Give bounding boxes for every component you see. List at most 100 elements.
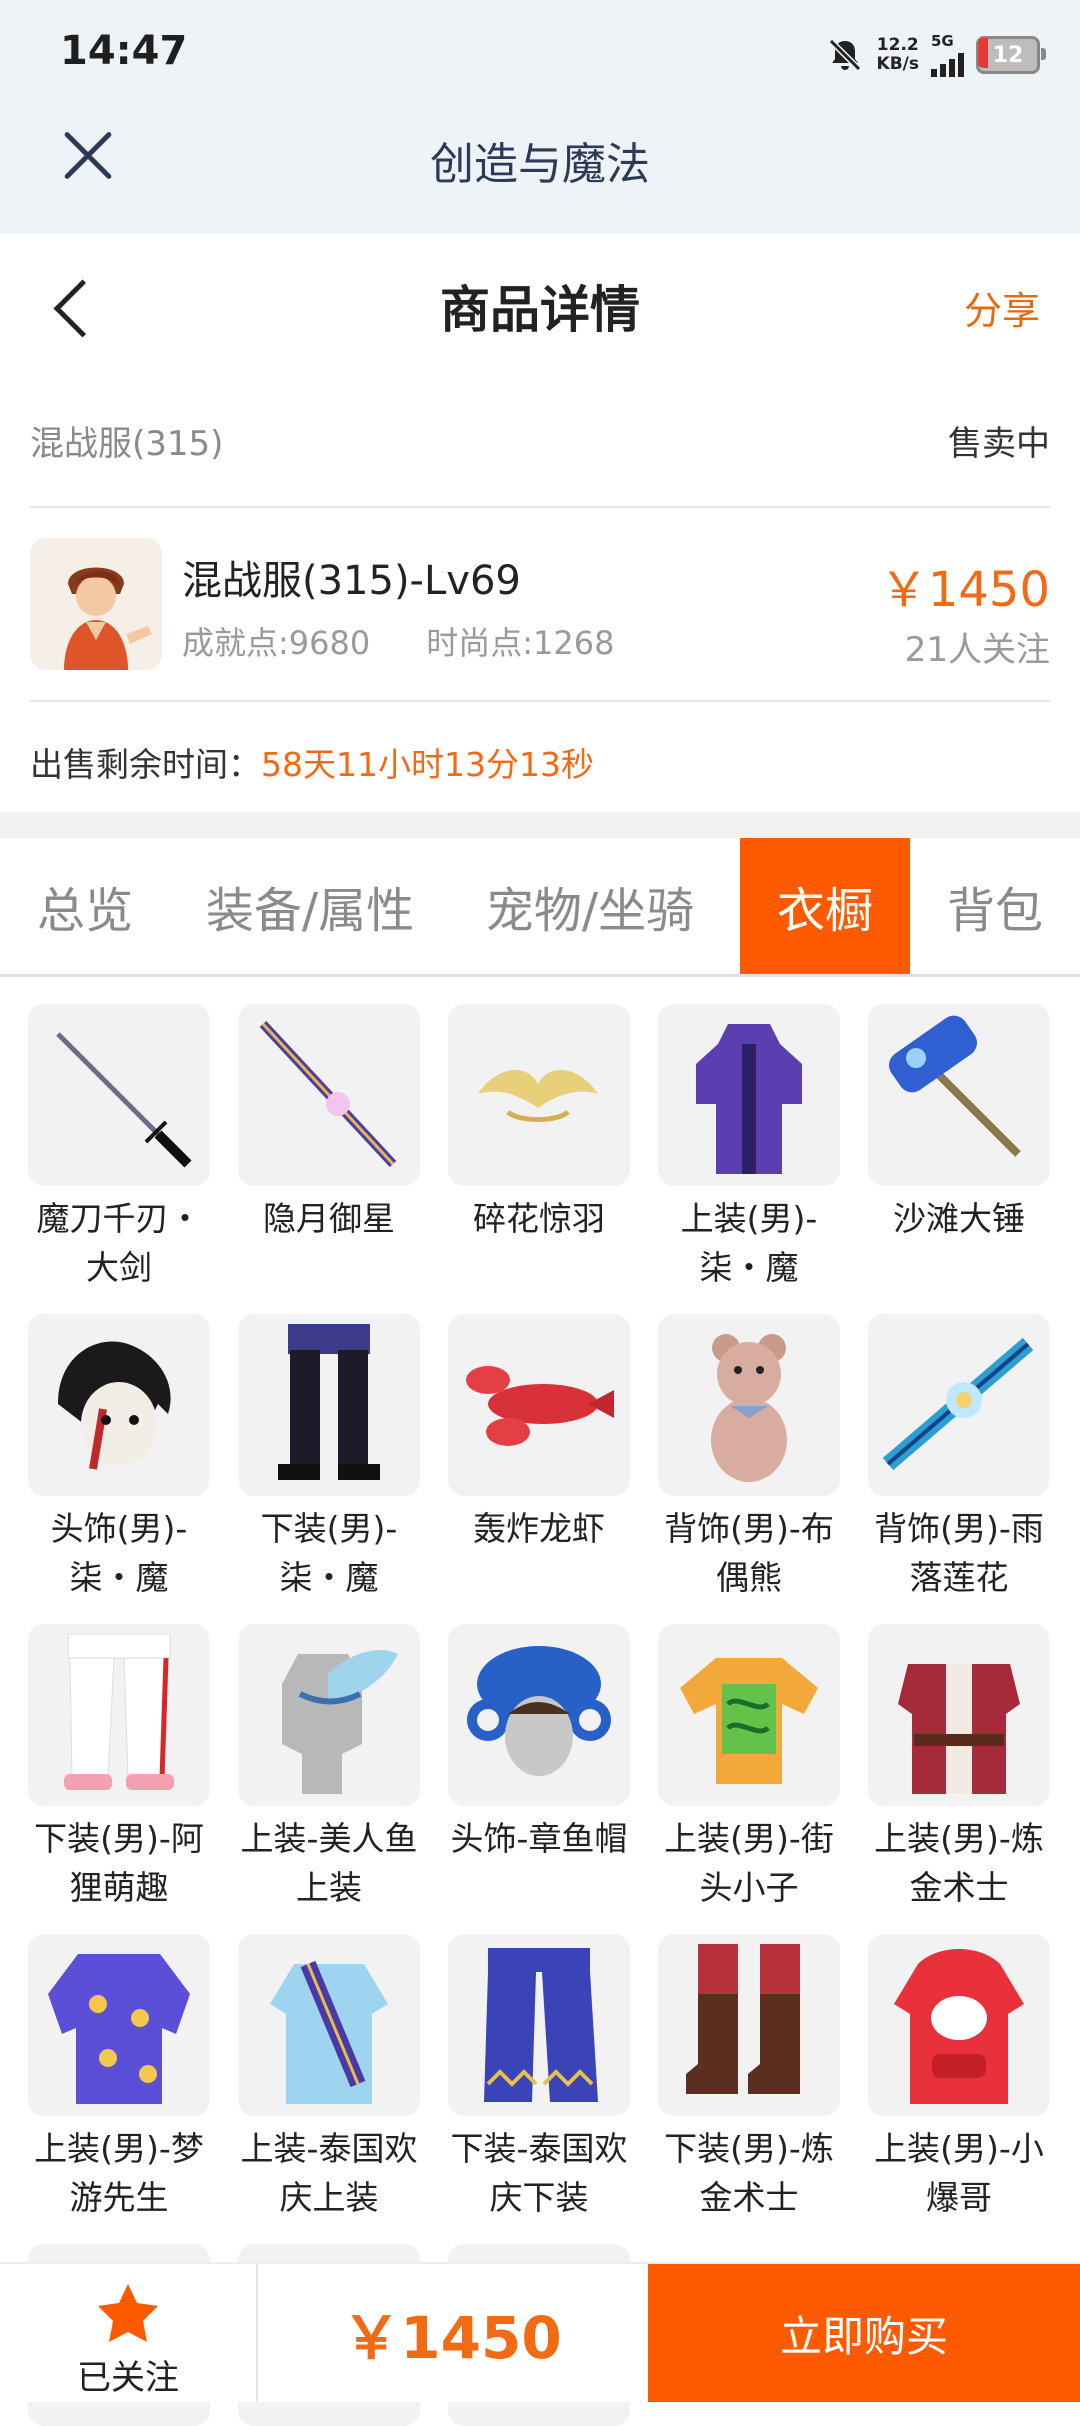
character-avatar bbox=[30, 538, 162, 670]
follow-label: 已关注 bbox=[77, 2358, 179, 2398]
wardrobe-item[interactable]: 上装(男)-炼金术士 bbox=[868, 1624, 1050, 1912]
page-title: 商品详情 bbox=[440, 281, 640, 339]
hair-mask-icon bbox=[28, 1314, 210, 1496]
wardrobe-item[interactable]: 下装(男)-炼金术士 bbox=[658, 1934, 840, 2222]
wardrobe-item[interactable]: 下装(男)-柒・魔 bbox=[238, 1314, 420, 1602]
wardrobe-item[interactable]: 隐月御星 bbox=[238, 1004, 420, 1243]
alchemist-coat-icon bbox=[868, 1624, 1050, 1806]
thai-top-icon bbox=[238, 1934, 420, 2116]
follow-button[interactable]: 已关注 bbox=[0, 2264, 258, 2402]
wardrobe-item[interactable]: 头饰(男)-柒・魔 bbox=[28, 1314, 210, 1602]
wardrobe-item[interactable]: 上装(男)-小爆哥 bbox=[868, 1934, 1050, 2222]
golden-wings-icon bbox=[448, 1004, 630, 1186]
tab-pets[interactable]: 宠物/坐骑 bbox=[460, 838, 720, 974]
tab-overview[interactable]: 总览 bbox=[0, 838, 170, 974]
wardrobe-item-label: 沙滩大锤 bbox=[893, 1199, 1025, 1238]
timer-label: 出售剩余时间： bbox=[30, 745, 261, 784]
wardrobe-item-label: 隐月御星 bbox=[263, 1199, 395, 1238]
octopus-hat-icon bbox=[448, 1624, 630, 1806]
star-icon bbox=[98, 2284, 158, 2342]
wardrobe-item[interactable]: 上装(男)-柒・魔 bbox=[658, 1004, 840, 1292]
staff-icon bbox=[238, 1004, 420, 1186]
wardrobe-item[interactable]: 下装-泰国欢庆下装 bbox=[448, 1934, 630, 2222]
wardrobe-item[interactable]: 轰炸龙虾 bbox=[448, 1314, 630, 1553]
wardrobe-item-label: 上装(男)-小爆哥 bbox=[874, 2129, 1044, 2217]
buy-now-button[interactable]: 立即购买 bbox=[648, 2264, 1080, 2402]
wardrobe-item[interactable]: 上装-美人鱼上装 bbox=[238, 1624, 420, 1912]
wardrobe-item[interactable]: 背饰(男)-布偶熊 bbox=[658, 1314, 840, 1602]
status-time: 14:47 bbox=[60, 28, 188, 74]
white-pants-icon bbox=[28, 1624, 210, 1806]
wardrobe-item-label: 上装-泰国欢庆上装 bbox=[240, 2129, 418, 2217]
wardrobe-item[interactable]: 上装(男)-街头小子 bbox=[658, 1624, 840, 1912]
red-hoodie-icon bbox=[868, 1934, 1050, 2116]
status-icons: 12.2 KB/s 5G 12 bbox=[825, 30, 1046, 80]
wardrobe-item-label: 上装(男)-炼金术士 bbox=[874, 1819, 1044, 1907]
lobster-icon bbox=[448, 1314, 630, 1496]
app-title: 创造与魔法 bbox=[430, 139, 650, 190]
page-header: 商品详情 分享 bbox=[0, 234, 1080, 374]
item-price: ￥1450 bbox=[879, 562, 1050, 618]
wardrobe-item[interactable]: 碎花惊羽 bbox=[448, 1004, 630, 1243]
teddy-bear-icon bbox=[658, 1314, 840, 1496]
lotus-umbrella-icon bbox=[868, 1314, 1050, 1496]
wardrobe-item-label: 上装(男)-街头小子 bbox=[664, 1819, 834, 1907]
thai-pants-icon bbox=[448, 1934, 630, 2116]
timer-value: 58天11小时13分13秒 bbox=[261, 745, 594, 784]
item-title: 混战服(315)-Lv69 bbox=[182, 558, 521, 604]
wardrobe-item-label: 下装-泰国欢庆下装 bbox=[450, 2129, 628, 2217]
dark-pants-icon bbox=[238, 1314, 420, 1496]
wardrobe-item-label: 背饰(男)-布偶熊 bbox=[664, 1509, 834, 1597]
tab-wardrobe[interactable]: 衣橱 bbox=[740, 838, 910, 974]
item-stats: 成就点:9680 时尚点:1268 bbox=[182, 618, 614, 664]
wardrobe-item[interactable]: 头饰-章鱼帽 bbox=[448, 1624, 630, 1863]
bottom-price: ￥1450 bbox=[342, 2304, 562, 2372]
divider bbox=[30, 506, 1050, 508]
wardrobe-item-label: 下装(男)-阿狸萌趣 bbox=[34, 1819, 204, 1907]
street-shirt-icon bbox=[658, 1624, 840, 1806]
wardrobe-item-label: 魔刀千刃・大剑 bbox=[36, 1199, 202, 1287]
wardrobe-item-label: 下装(男)-炼金术士 bbox=[664, 2129, 834, 2217]
signal-icon bbox=[931, 49, 964, 77]
speed-unit: KB/s bbox=[876, 54, 919, 74]
wardrobe-item-label: 轰炸龙虾 bbox=[473, 1509, 605, 1548]
wardrobe-item-label: 上装(男)-梦游先生 bbox=[34, 2129, 204, 2217]
section-spacer bbox=[0, 812, 1080, 838]
signal-group: 5G bbox=[931, 33, 964, 77]
boots-icon bbox=[658, 1934, 840, 2116]
wardrobe-item-label: 碎花惊羽 bbox=[473, 1199, 605, 1238]
signal-label: 5G bbox=[931, 32, 954, 50]
wardrobe-item[interactable]: 沙滩大锤 bbox=[868, 1004, 1050, 1243]
wardrobe-item[interactable]: 上装-泰国欢庆上装 bbox=[238, 1934, 420, 2222]
server-row: 混战服(315) 售卖中 bbox=[30, 412, 1050, 472]
share-button[interactable]: 分享 bbox=[964, 280, 1040, 335]
mute-bell-icon bbox=[828, 38, 861, 72]
katana-icon bbox=[28, 1004, 210, 1186]
tab-equipment[interactable]: 装备/属性 bbox=[180, 838, 440, 974]
hammer-icon bbox=[868, 1004, 1050, 1186]
app-top-bar: 14:47 12.2 KB/s 5G 12 创造与魔法 bbox=[0, 0, 1080, 234]
pajama-top-icon bbox=[28, 1934, 210, 2116]
wardrobe-item-label: 下装(男)-柒・魔 bbox=[260, 1509, 398, 1597]
battery-level: 12 bbox=[992, 42, 1024, 68]
bottom-action-bar: 已关注 ￥1450 立即购买 bbox=[0, 2262, 1080, 2402]
speed-value: 12.2 bbox=[876, 35, 919, 55]
fashion-points: 时尚点:1268 bbox=[426, 624, 615, 662]
wardrobe-item[interactable]: 背饰(男)-雨落莲花 bbox=[868, 1314, 1050, 1602]
tab-backpack[interactable]: 背包 bbox=[915, 838, 1075, 974]
purple-coat-icon bbox=[658, 1004, 840, 1186]
item-card[interactable]: 混战服(315)-Lv69 成就点:9680 时尚点:1268 ￥1450 21人… bbox=[30, 534, 1050, 684]
wardrobe-item-label: 背饰(男)-雨落莲花 bbox=[874, 1509, 1044, 1597]
network-speed: 12.2 KB/s bbox=[877, 36, 919, 74]
battery-icon: 12 bbox=[976, 36, 1046, 74]
wardrobe-item-label: 上装(男)-柒・魔 bbox=[680, 1199, 818, 1287]
wardrobe-item[interactable]: 上装(男)-梦游先生 bbox=[28, 1934, 210, 2222]
follower-count: 21人关注 bbox=[904, 630, 1050, 670]
sale-status: 售卖中 bbox=[948, 424, 1050, 464]
tab-bar: 总览 装备/属性 宠物/坐骑 衣橱 背包 bbox=[0, 838, 1080, 977]
wardrobe-item-label: 头饰-章鱼帽 bbox=[450, 1819, 628, 1858]
wardrobe-item-label: 头饰(男)-柒・魔 bbox=[50, 1509, 188, 1597]
divider bbox=[30, 700, 1050, 702]
wardrobe-item[interactable]: 下装(男)-阿狸萌趣 bbox=[28, 1624, 210, 1912]
wardrobe-item[interactable]: 魔刀千刃・大剑 bbox=[28, 1004, 210, 1292]
